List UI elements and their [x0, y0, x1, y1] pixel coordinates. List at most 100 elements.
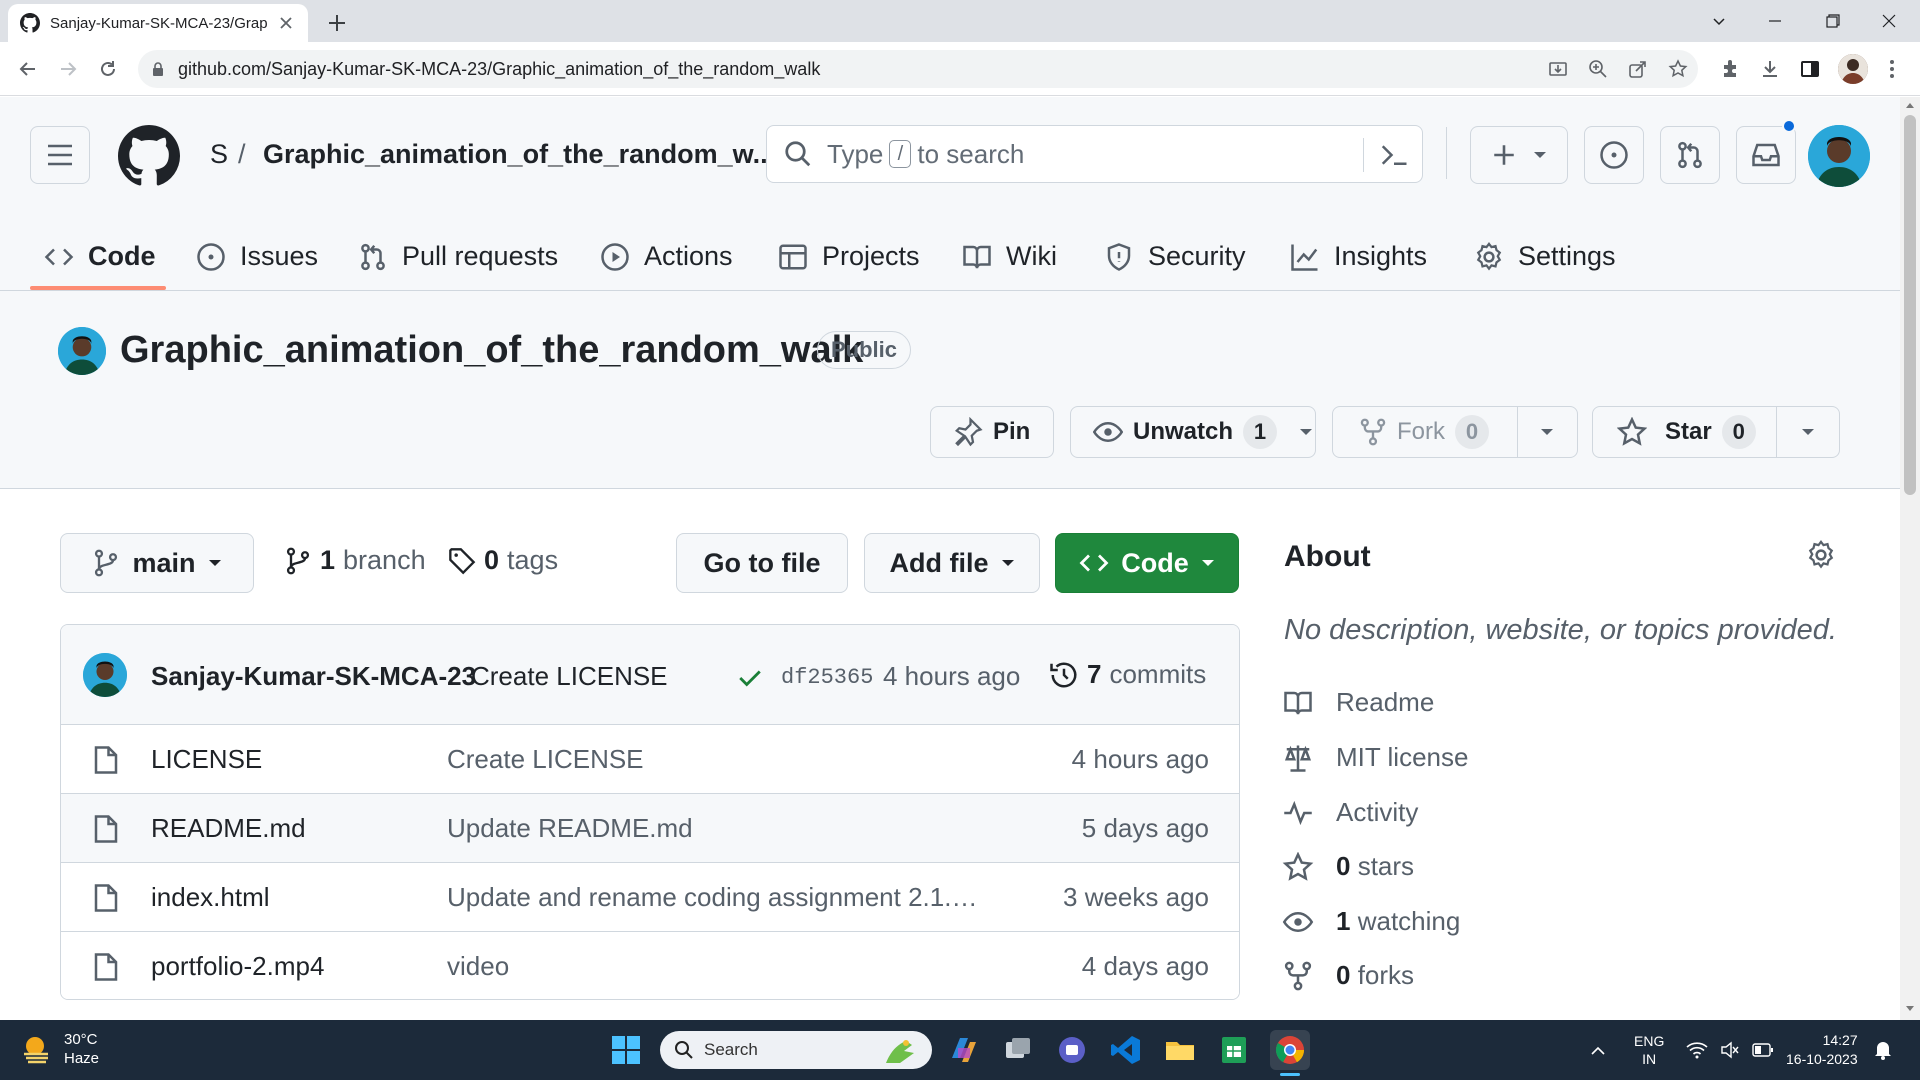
sheets-app-icon[interactable] [1214, 1030, 1254, 1070]
file-name[interactable]: portfolio-2.mp4 [151, 951, 324, 982]
inbox-button[interactable] [1736, 126, 1796, 184]
add-file-button[interactable]: Add file [864, 533, 1040, 593]
tab-actions[interactable]: Actions [600, 222, 733, 291]
branches-link[interactable]: 1 branch [284, 545, 426, 576]
repo-name[interactable]: Graphic_animation_of_the_random_walk [120, 329, 863, 372]
tab-insights[interactable]: Insights [1290, 222, 1427, 291]
scrollbar-thumb[interactable] [1904, 115, 1916, 495]
tab-settings[interactable]: Settings [1474, 222, 1616, 291]
file-row[interactable]: portfolio-2.mp4 video 4 days ago [61, 932, 1239, 999]
search-input[interactable]: Type / to search [766, 125, 1423, 183]
browser-profile-avatar[interactable] [1838, 54, 1868, 84]
github-logo-icon[interactable] [118, 125, 180, 187]
go-to-file-button[interactable]: Go to file [676, 533, 848, 593]
weather-widget[interactable]: 30°C Haze [20, 1030, 99, 1068]
breadcrumb-repo[interactable]: Graphic_animation_of_the_random_w... [263, 139, 775, 170]
chrome-menu-icon[interactable] [1876, 53, 1908, 85]
file-row[interactable]: LICENSE Create LICENSE 4 hours ago [61, 725, 1239, 794]
tab-label: Security [1148, 241, 1246, 271]
commits-link[interactable]: 7 commits [1049, 659, 1206, 690]
issues-button[interactable] [1584, 126, 1644, 184]
activity-link[interactable]: Activity [1282, 797, 1418, 828]
new-tab-icon[interactable] [324, 10, 350, 36]
teams-chat-icon[interactable] [1052, 1030, 1092, 1070]
breadcrumb-owner[interactable]: S [210, 139, 228, 170]
tab-security[interactable]: Security [1104, 222, 1246, 291]
pull-requests-button[interactable] [1660, 126, 1720, 184]
file-name[interactable]: README.md [151, 813, 306, 844]
reload-icon[interactable] [92, 53, 124, 85]
star-button[interactable]: Star 0 [1592, 406, 1840, 458]
scroll-down-icon[interactable] [1905, 1003, 1915, 1013]
taskbar-search[interactable]: Search [660, 1031, 932, 1069]
create-new-button[interactable] [1470, 126, 1568, 184]
user-avatar[interactable] [1808, 125, 1870, 187]
install-app-icon[interactable] [1542, 53, 1574, 85]
tab-issues[interactable]: Issues [196, 222, 318, 291]
gear-icon[interactable] [1806, 540, 1836, 570]
scroll-up-icon[interactable] [1905, 101, 1915, 111]
tags-link[interactable]: 0 tags [448, 545, 558, 576]
watching-link[interactable]: 1 watching [1282, 906, 1460, 937]
vscode-app-icon[interactable] [1106, 1030, 1146, 1070]
side-panel-icon[interactable] [1794, 53, 1826, 85]
stars-link[interactable]: 0 stars [1282, 851, 1414, 882]
owner-avatar[interactable] [58, 327, 106, 375]
code-button[interactable]: Code [1055, 533, 1239, 593]
file-commit-message[interactable]: Create LICENSE [447, 744, 987, 775]
tab-pull-requests[interactable]: Pull requests [358, 222, 558, 291]
commit-message[interactable]: Create LICENSE [471, 661, 668, 692]
close-window-icon[interactable] [1858, 0, 1920, 42]
tab-search-icon[interactable] [1688, 0, 1750, 42]
file-name[interactable]: LICENSE [151, 744, 262, 775]
file-commit-message[interactable]: Update and rename coding assignment 2.1.… [447, 882, 987, 913]
chrome-app-icon[interactable] [1270, 1030, 1310, 1076]
downloads-icon[interactable] [1754, 53, 1786, 85]
commit-sha[interactable]: df25365 [781, 665, 873, 690]
bookmark-star-icon[interactable] [1662, 53, 1694, 85]
file-commit-message[interactable]: Update README.md [447, 813, 987, 844]
stars-count: 0 [1336, 851, 1351, 881]
commit-author[interactable]: Sanjay-Kumar-SK-MCA-23 [151, 661, 476, 692]
tab-code[interactable]: Code [44, 222, 156, 291]
fork-button[interactable]: Fork 0 [1332, 406, 1578, 458]
fork-dropdown[interactable] [1518, 407, 1576, 457]
page-scrollbar[interactable] [1900, 97, 1920, 1020]
task-view-icon[interactable] [998, 1030, 1038, 1070]
commit-author-avatar[interactable] [83, 653, 127, 697]
tab-projects[interactable]: Projects [778, 222, 920, 291]
file-commit-message[interactable]: video [447, 951, 987, 982]
command-palette-icon[interactable] [1379, 140, 1409, 170]
start-button[interactable] [606, 1030, 646, 1070]
system-tray-icons[interactable] [1686, 1020, 1774, 1080]
restore-icon[interactable] [1802, 0, 1864, 42]
clock[interactable]: 14:27 16-10-2023 [1786, 1020, 1858, 1080]
close-tab-icon[interactable] [276, 13, 296, 33]
pin-button[interactable]: Pin [930, 406, 1054, 458]
hamburger-menu-icon[interactable] [30, 126, 90, 184]
browser-tab[interactable]: Sanjay-Kumar-SK-MCA-23/Grap [8, 4, 308, 42]
file-row[interactable]: README.md Update README.md 5 days ago [61, 794, 1239, 863]
minimize-icon[interactable] [1744, 0, 1806, 42]
file-explorer-icon[interactable] [1160, 1030, 1200, 1070]
file-name[interactable]: index.html [151, 882, 270, 913]
forward-icon[interactable] [52, 53, 84, 85]
language-indicator[interactable]: ENG IN [1634, 1020, 1664, 1080]
extensions-icon[interactable] [1714, 53, 1746, 85]
show-hidden-icons[interactable] [1590, 1020, 1606, 1080]
back-icon[interactable] [12, 53, 44, 85]
tab-wiki[interactable]: Wiki [962, 222, 1057, 291]
zoom-icon[interactable] [1582, 53, 1614, 85]
check-icon[interactable] [737, 665, 763, 691]
forks-link[interactable]: 0 forks [1282, 960, 1414, 991]
address-bar[interactable]: github.com/Sanjay-Kumar-SK-MCA-23/Graphi… [138, 50, 1698, 88]
star-dropdown[interactable] [1777, 407, 1839, 457]
license-link[interactable]: MIT license [1282, 742, 1468, 773]
file-row[interactable]: index.html Update and rename coding assi… [61, 863, 1239, 932]
share-icon[interactable] [1622, 53, 1654, 85]
copilot-app-icon[interactable] [944, 1030, 984, 1070]
readme-link[interactable]: Readme [1282, 687, 1434, 718]
branch-selector[interactable]: main [60, 533, 254, 593]
notification-bell[interactable] [1874, 1020, 1892, 1080]
unwatch-button[interactable]: Unwatch 1 [1070, 406, 1316, 458]
